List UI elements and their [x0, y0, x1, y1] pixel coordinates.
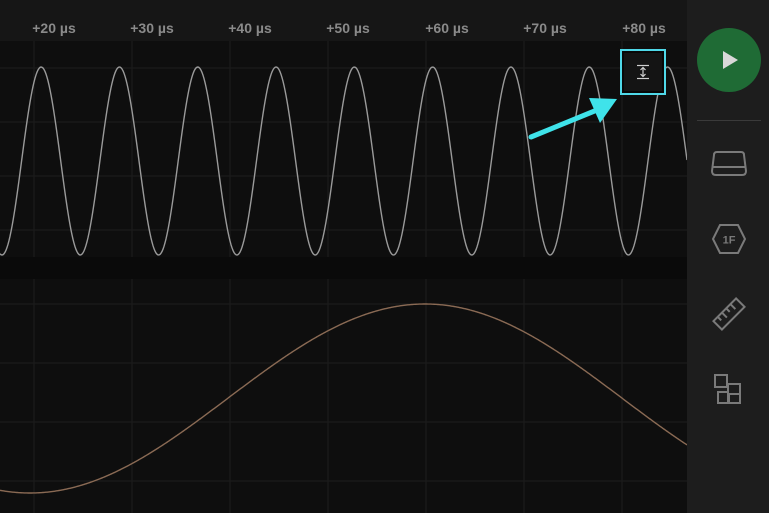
filter-1f-icon: 1F [711, 224, 747, 254]
layout-blocks-icon [714, 374, 741, 404]
time-tick-label: +50 µs [326, 20, 370, 36]
toolbar-divider [697, 120, 761, 121]
play-icon [723, 51, 738, 69]
right-toolbar: 1F [687, 0, 769, 513]
channel-separator [0, 257, 687, 279]
channel-1-panel [0, 41, 687, 257]
layout-tool-button[interactable] [704, 369, 754, 409]
time-axis-bar: +20 µs +30 µs +40 µs +50 µs +60 µs +70 µ… [0, 0, 687, 42]
time-tick-label: +20 µs [32, 20, 76, 36]
filter-tool-button[interactable]: 1F [704, 219, 754, 259]
channel-2-panel [0, 279, 687, 513]
time-tick-label: +80 µs [622, 20, 666, 36]
measure-tool-button[interactable] [704, 294, 754, 334]
autoscale-button-face [624, 53, 662, 91]
filter-1f-label: 1F [723, 235, 736, 247]
time-tick-label: +30 µs [130, 20, 174, 36]
vertical-autoscale-icon [637, 64, 649, 80]
trigger-tool-button[interactable] [704, 144, 754, 184]
time-tick-label: +60 µs [425, 20, 469, 36]
run-button[interactable] [697, 28, 761, 92]
trigger-icon [710, 151, 748, 176]
time-tick-label: +40 µs [228, 20, 272, 36]
vertical-autoscale-button[interactable] [620, 49, 666, 95]
time-tick-label: +70 µs [523, 20, 567, 36]
ruler-icon [712, 297, 746, 331]
waveform-plot[interactable] [0, 41, 687, 513]
